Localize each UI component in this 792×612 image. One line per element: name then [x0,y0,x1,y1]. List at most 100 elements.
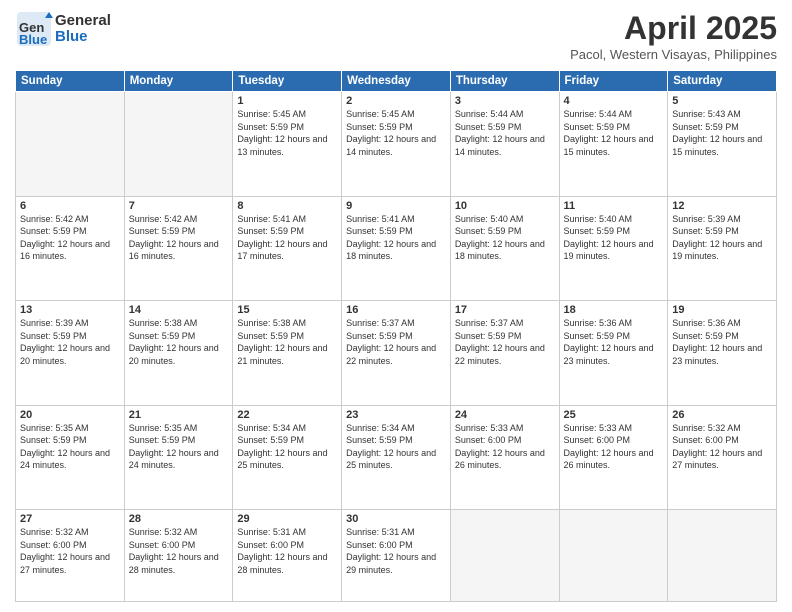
day-number: 1 [237,95,337,107]
day-number: 6 [20,200,120,212]
calendar-cell: 23Sunrise: 5:34 AMSunset: 5:59 PMDayligh… [342,405,451,510]
day-number: 9 [346,200,446,212]
calendar-cell: 2Sunrise: 5:45 AMSunset: 5:59 PMDaylight… [342,92,451,197]
calendar-cell: 16Sunrise: 5:37 AMSunset: 5:59 PMDayligh… [342,301,451,406]
day-number: 27 [20,513,120,525]
day-info: Sunrise: 5:45 AMSunset: 5:59 PMDaylight:… [237,108,337,158]
weekday-header-wednesday: Wednesday [342,71,451,92]
svg-text:Blue: Blue [19,32,47,47]
calendar-cell: 8Sunrise: 5:41 AMSunset: 5:59 PMDaylight… [233,196,342,301]
day-info: Sunrise: 5:36 AMSunset: 5:59 PMDaylight:… [564,317,664,367]
day-number: 5 [672,95,772,107]
day-info: Sunrise: 5:34 AMSunset: 5:59 PMDaylight:… [237,422,337,472]
weekday-header-tuesday: Tuesday [233,71,342,92]
calendar-cell: 20Sunrise: 5:35 AMSunset: 5:59 PMDayligh… [16,405,125,510]
calendar-cell: 5Sunrise: 5:43 AMSunset: 5:59 PMDaylight… [668,92,777,197]
day-number: 30 [346,513,446,525]
day-number: 17 [455,304,555,316]
calendar-cell [16,92,125,197]
day-info: Sunrise: 5:41 AMSunset: 5:59 PMDaylight:… [237,213,337,263]
header: Gen Blue General Blue April 2025 Pacol, … [15,10,777,62]
calendar-table: SundayMondayTuesdayWednesdayThursdayFrid… [15,70,777,602]
day-info: Sunrise: 5:40 AMSunset: 5:59 PMDaylight:… [455,213,555,263]
day-info: Sunrise: 5:44 AMSunset: 5:59 PMDaylight:… [455,108,555,158]
location-title: Pacol, Western Visayas, Philippines [570,47,777,62]
calendar-cell: 28Sunrise: 5:32 AMSunset: 6:00 PMDayligh… [124,510,233,602]
day-info: Sunrise: 5:32 AMSunset: 6:00 PMDaylight:… [672,422,772,472]
weekday-header-friday: Friday [559,71,668,92]
day-info: Sunrise: 5:32 AMSunset: 6:00 PMDaylight:… [20,526,120,576]
calendar-cell [559,510,668,602]
day-number: 4 [564,95,664,107]
calendar-cell: 25Sunrise: 5:33 AMSunset: 6:00 PMDayligh… [559,405,668,510]
logo-general: General [55,12,111,29]
day-number: 11 [564,200,664,212]
day-number: 14 [129,304,229,316]
calendar-cell: 11Sunrise: 5:40 AMSunset: 5:59 PMDayligh… [559,196,668,301]
calendar-cell: 30Sunrise: 5:31 AMSunset: 6:00 PMDayligh… [342,510,451,602]
day-number: 29 [237,513,337,525]
day-info: Sunrise: 5:34 AMSunset: 5:59 PMDaylight:… [346,422,446,472]
day-number: 28 [129,513,229,525]
calendar-cell: 12Sunrise: 5:39 AMSunset: 5:59 PMDayligh… [668,196,777,301]
day-info: Sunrise: 5:40 AMSunset: 5:59 PMDaylight:… [564,213,664,263]
weekday-header-row: SundayMondayTuesdayWednesdayThursdayFrid… [16,71,777,92]
weekday-header-monday: Monday [124,71,233,92]
calendar-cell: 26Sunrise: 5:32 AMSunset: 6:00 PMDayligh… [668,405,777,510]
day-number: 21 [129,409,229,421]
day-info: Sunrise: 5:36 AMSunset: 5:59 PMDaylight:… [672,317,772,367]
day-number: 8 [237,200,337,212]
calendar-cell: 9Sunrise: 5:41 AMSunset: 5:59 PMDaylight… [342,196,451,301]
calendar-cell: 17Sunrise: 5:37 AMSunset: 5:59 PMDayligh… [450,301,559,406]
calendar-cell: 4Sunrise: 5:44 AMSunset: 5:59 PMDaylight… [559,92,668,197]
day-number: 3 [455,95,555,107]
week-row-5: 27Sunrise: 5:32 AMSunset: 6:00 PMDayligh… [16,510,777,602]
calendar-cell: 27Sunrise: 5:32 AMSunset: 6:00 PMDayligh… [16,510,125,602]
day-number: 2 [346,95,446,107]
week-row-1: 1Sunrise: 5:45 AMSunset: 5:59 PMDaylight… [16,92,777,197]
day-number: 26 [672,409,772,421]
day-info: Sunrise: 5:39 AMSunset: 5:59 PMDaylight:… [20,317,120,367]
calendar-cell: 1Sunrise: 5:45 AMSunset: 5:59 PMDaylight… [233,92,342,197]
day-number: 10 [455,200,555,212]
day-number: 13 [20,304,120,316]
logo-icon: Gen Blue [15,10,53,48]
weekday-header-sunday: Sunday [16,71,125,92]
day-info: Sunrise: 5:39 AMSunset: 5:59 PMDaylight:… [672,213,772,263]
day-number: 22 [237,409,337,421]
day-info: Sunrise: 5:37 AMSunset: 5:59 PMDaylight:… [455,317,555,367]
day-number: 25 [564,409,664,421]
calendar-cell: 21Sunrise: 5:35 AMSunset: 5:59 PMDayligh… [124,405,233,510]
day-number: 18 [564,304,664,316]
week-row-2: 6Sunrise: 5:42 AMSunset: 5:59 PMDaylight… [16,196,777,301]
weekday-header-saturday: Saturday [668,71,777,92]
day-info: Sunrise: 5:31 AMSunset: 6:00 PMDaylight:… [237,526,337,576]
weekday-header-thursday: Thursday [450,71,559,92]
page: Gen Blue General Blue April 2025 Pacol, … [0,0,792,612]
day-info: Sunrise: 5:42 AMSunset: 5:59 PMDaylight:… [20,213,120,263]
day-number: 12 [672,200,772,212]
week-row-3: 13Sunrise: 5:39 AMSunset: 5:59 PMDayligh… [16,301,777,406]
month-title: April 2025 [570,10,777,47]
day-info: Sunrise: 5:32 AMSunset: 6:00 PMDaylight:… [129,526,229,576]
calendar-cell: 24Sunrise: 5:33 AMSunset: 6:00 PMDayligh… [450,405,559,510]
day-info: Sunrise: 5:33 AMSunset: 6:00 PMDaylight:… [564,422,664,472]
day-number: 20 [20,409,120,421]
day-info: Sunrise: 5:37 AMSunset: 5:59 PMDaylight:… [346,317,446,367]
calendar-cell: 7Sunrise: 5:42 AMSunset: 5:59 PMDaylight… [124,196,233,301]
day-number: 7 [129,200,229,212]
calendar-cell: 22Sunrise: 5:34 AMSunset: 5:59 PMDayligh… [233,405,342,510]
day-info: Sunrise: 5:38 AMSunset: 5:59 PMDaylight:… [237,317,337,367]
day-info: Sunrise: 5:33 AMSunset: 6:00 PMDaylight:… [455,422,555,472]
calendar-cell: 18Sunrise: 5:36 AMSunset: 5:59 PMDayligh… [559,301,668,406]
calendar-cell: 3Sunrise: 5:44 AMSunset: 5:59 PMDaylight… [450,92,559,197]
day-info: Sunrise: 5:42 AMSunset: 5:59 PMDaylight:… [129,213,229,263]
week-row-4: 20 Sunrise: 5:35 AMSunset: 5:59 PMDayligh… [16,405,777,510]
calendar-cell [124,92,233,197]
day-info: Sunrise: 5:35 AMSunset: 5:59 PMDaylight:… [129,422,229,472]
calendar-cell: 13Sunrise: 5:39 AMSunset: 5:59 PMDayligh… [16,301,125,406]
day-info: Sunrise: 5:41 AMSunset: 5:59 PMDaylight:… [346,213,446,263]
day-info: Sunrise: 5:45 AMSunset: 5:59 PMDaylight:… [346,108,446,158]
day-number: 24 [455,409,555,421]
title-block: April 2025 Pacol, Western Visayas, Phili… [570,10,777,62]
